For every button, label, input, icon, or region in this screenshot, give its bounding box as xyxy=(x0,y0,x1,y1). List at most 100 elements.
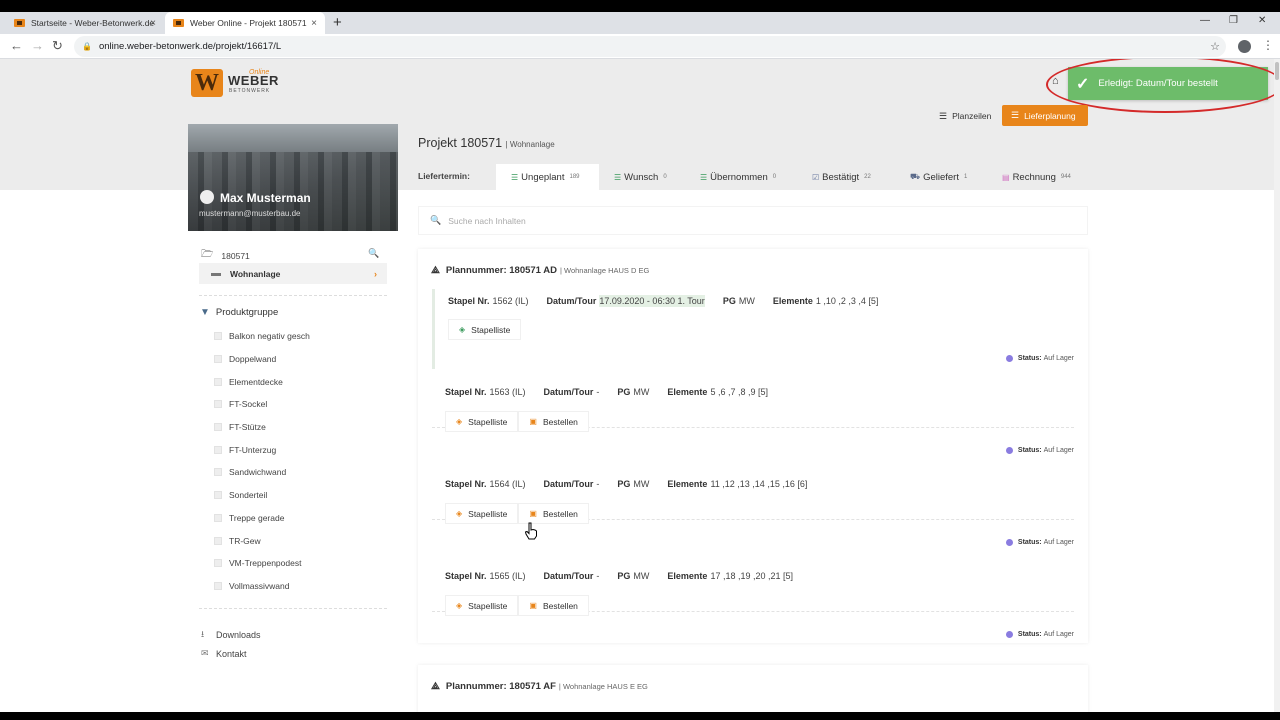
checkbox[interactable] xyxy=(214,491,222,499)
checkbox[interactable] xyxy=(214,332,222,340)
filter-checkbox[interactable]: VM-Treppenpodest xyxy=(214,558,301,568)
tab-label: Übernommen xyxy=(710,171,768,183)
stapelliste-button[interactable]: ◈ Stapelliste xyxy=(445,411,519,432)
planzeilen-button[interactable]: ☰ Planzeilen xyxy=(931,106,999,126)
stack-icon: ☰ xyxy=(511,172,519,182)
close-tab-icon[interactable]: × xyxy=(311,18,317,29)
order-edit-icon: ▣ xyxy=(529,509,537,518)
layers-icon: ◈ xyxy=(456,417,463,426)
stapel-value: 1562 (IL) xyxy=(492,296,529,306)
window-close-icon[interactable]: ✕ xyxy=(1258,15,1266,26)
stapel-info: Stapel Nr. 1565 (IL) Datum/Tour - PG MW … xyxy=(445,571,793,581)
stapelliste-button[interactable]: ◈ Stapelliste xyxy=(445,503,519,524)
menu-dots-icon[interactable]: ⋮ xyxy=(1262,38,1274,52)
filter-label: Treppe gerade xyxy=(229,513,285,523)
produktgruppe-header: ▼ Produktgruppe xyxy=(200,307,278,318)
filter-checkbox[interactable]: FT-Stütze xyxy=(214,422,266,432)
tab-bestaetigt[interactable]: ☑ Bestätigt 22 xyxy=(797,164,886,190)
tab-label: Bestätigt xyxy=(822,171,860,183)
stapel-row: Stapel Nr. 1563 (IL) Datum/Tour - PG MW … xyxy=(432,381,1074,461)
weber-logo[interactable]: W Online WEBER BETONWERK xyxy=(191,69,281,99)
divider xyxy=(199,295,387,296)
reload-icon[interactable]: ↻ xyxy=(52,38,63,54)
checkbox[interactable] xyxy=(214,423,222,431)
filter-checkbox[interactable]: Sonderteil xyxy=(214,490,267,500)
filter-checkbox[interactable]: Vollmassivwand xyxy=(214,581,289,591)
chevron-right-icon: › xyxy=(374,268,377,279)
status-dot-icon xyxy=(1005,631,1013,638)
checkbox[interactable] xyxy=(214,537,222,545)
bottom-edge xyxy=(0,712,1280,720)
checkbox[interactable] xyxy=(214,400,222,408)
tab-rechnung[interactable]: ▤ Rechnung 944 xyxy=(987,164,1086,190)
back-arrow-icon[interactable]: ← xyxy=(10,38,23,53)
tab-geliefert[interactable]: ⛟ Geliefert 1 xyxy=(895,164,982,190)
tab-wunsch[interactable]: ☰ Wunsch 0 xyxy=(599,164,682,190)
page-title: Projekt 180571 | Wohnanlage xyxy=(418,136,555,150)
status-value: Auf Lager xyxy=(1043,631,1074,638)
user-profile-card: Max Musterman mustermann@musterbau.de xyxy=(188,124,398,231)
status-dot-icon xyxy=(1005,355,1013,362)
checkbox[interactable] xyxy=(214,468,222,476)
tab-label: Wunsch xyxy=(624,171,659,183)
stapel-label: Stapel Nr. xyxy=(445,571,487,581)
content-search-input[interactable]: 🔍 Suche nach Inhalten xyxy=(418,206,1088,235)
sidebar-item-label: Wohnanlage xyxy=(230,268,281,279)
browser-tab-startseite[interactable]: Startseite - Weber-Betonwerk.de × xyxy=(6,12,164,34)
checkbox[interactable] xyxy=(214,514,222,522)
stapelliste-button[interactable]: ◈ Stapelliste xyxy=(445,595,519,616)
checkbox[interactable] xyxy=(214,378,222,386)
folder-open-icon: 🗁 xyxy=(201,249,214,260)
user-email: mustermann@musterbau.de xyxy=(199,209,301,218)
new-tab-button[interactable]: + xyxy=(333,14,342,31)
bestellen-button[interactable]: ▣ Bestellen xyxy=(518,503,589,524)
filter-checkbox[interactable]: Treppe gerade xyxy=(214,513,284,523)
stapelliste-button[interactable]: ◈ Stapelliste xyxy=(448,319,522,340)
lieferplanung-button[interactable]: ☰ Lieferplanung xyxy=(1002,105,1088,126)
browser-tab-projekt[interactable]: Weber Online - Projekt 180571 × xyxy=(165,12,325,34)
filter-checkbox[interactable]: Elementdecke xyxy=(214,377,283,387)
stapel-label: Stapel Nr. xyxy=(445,479,487,489)
profile-avatar-icon[interactable] xyxy=(1238,40,1251,53)
sidebar-project[interactable]: 🗁 180571 xyxy=(201,247,250,264)
logo-brand-text: WEBER xyxy=(228,73,279,88)
pg-label: PG xyxy=(617,571,631,581)
bestellen-button[interactable]: ▣ Bestellen xyxy=(518,595,589,616)
filter-label: FT-Unterzug xyxy=(229,445,277,455)
order-edit-icon: ▣ xyxy=(529,601,537,610)
elemente-label: Elemente xyxy=(667,387,708,397)
tab-uebernommen[interactable]: ☰ Übernommen 0 xyxy=(685,164,791,190)
plan-title: Plannummer: 180571 AD xyxy=(445,265,557,276)
filter-checkbox[interactable]: TR-Gew xyxy=(214,536,261,546)
stapel-value: 1563 (IL) xyxy=(489,387,526,397)
layers-icon: ◈ xyxy=(456,509,463,518)
checkbox[interactable] xyxy=(214,446,222,454)
status-label: Status: xyxy=(1017,447,1042,454)
filter-checkbox[interactable]: FT-Sockel xyxy=(214,399,267,409)
restore-icon[interactable]: ❐ xyxy=(1229,15,1238,26)
filter-checkbox[interactable]: Balkon negativ gesch xyxy=(214,331,310,341)
tab-ungeplant[interactable]: ☰ Ungeplant 189 xyxy=(496,164,599,190)
checkbox[interactable] xyxy=(214,559,222,567)
pg-value: MW xyxy=(633,571,650,581)
filter-checkbox[interactable]: Doppelwand xyxy=(214,354,276,364)
checkbox[interactable] xyxy=(214,582,222,590)
truck-icon: ⛟ xyxy=(910,172,921,181)
filter-checkbox[interactable]: FT-Unterzug xyxy=(214,445,276,455)
stack-icon: ☰ xyxy=(614,172,622,182)
kontakt-link[interactable]: ✉ Kontakt xyxy=(201,648,247,659)
checkbox[interactable] xyxy=(214,355,222,363)
page-scrollbar[interactable] xyxy=(1274,59,1280,712)
bestellen-button[interactable]: ▣ Bestellen xyxy=(518,411,589,432)
downloads-link[interactable]: ⭳ Downloads xyxy=(201,627,261,643)
sidebar-item-wohnanlage[interactable]: ▬ Wohnanlage › xyxy=(199,263,387,284)
minimize-icon[interactable]: — xyxy=(1200,15,1210,26)
bookmark-star-icon[interactable]: ☆ xyxy=(1210,40,1220,53)
address-bar[interactable]: 🔒 online.weber-betonwerk.de/projekt/1661… xyxy=(74,36,1226,57)
forward-arrow-icon[interactable]: → xyxy=(31,38,44,53)
close-tab-icon[interactable]: × xyxy=(150,18,156,29)
filter-checkbox[interactable]: Sandwichwand xyxy=(214,467,286,477)
search-document-icon[interactable]: 🔍 xyxy=(368,248,379,259)
plan-card: ⟁ Plannummer: 180571 AF | Wohnanlage HAU… xyxy=(418,665,1088,712)
scrollbar-thumb[interactable] xyxy=(1275,62,1279,80)
